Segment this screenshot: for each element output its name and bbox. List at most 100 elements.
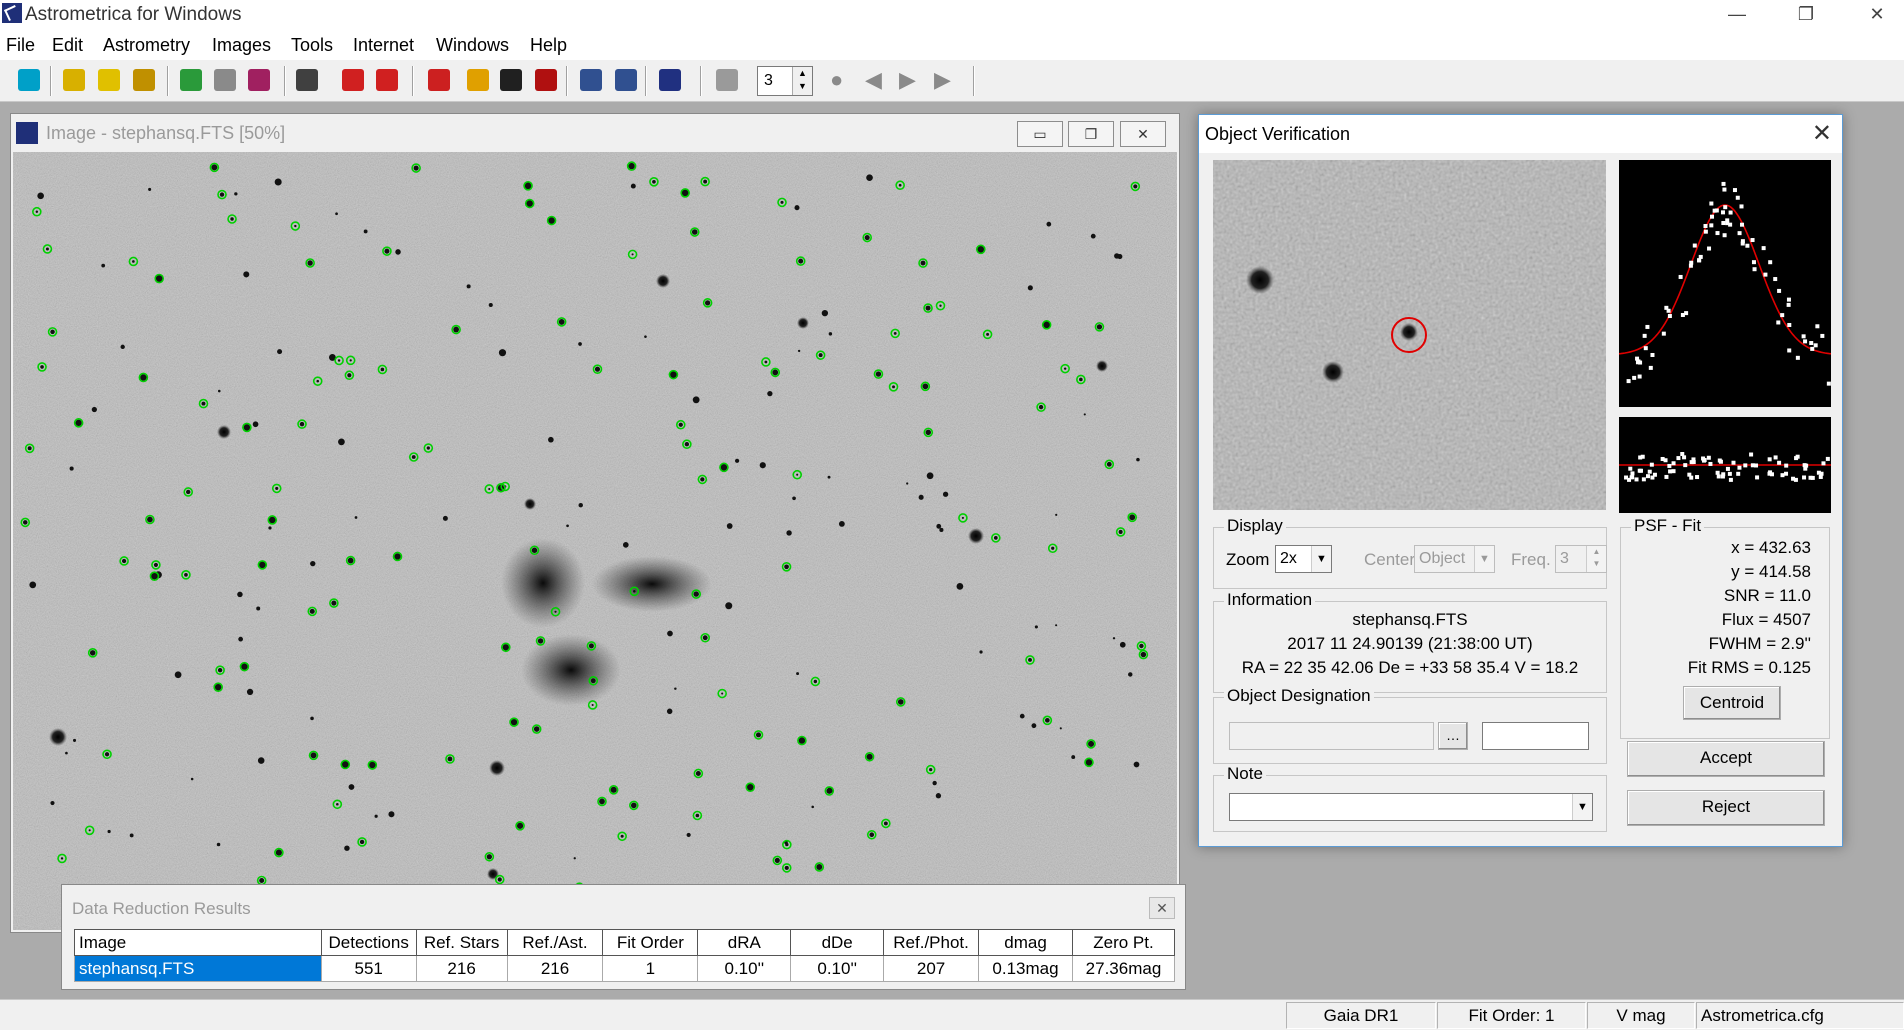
star: [725, 602, 733, 610]
residual-point: [1647, 469, 1652, 474]
column-header[interactable]: Image: [74, 929, 322, 956]
psf-sample-point: [1773, 277, 1778, 282]
center-select[interactable]: Object ▼: [1414, 545, 1495, 573]
centroid-button[interactable]: Centroid: [1683, 686, 1781, 720]
ring-icon[interactable]: [467, 69, 489, 91]
chevron-down-icon[interactable]: ▼: [1474, 546, 1494, 572]
settings-icon[interactable]: [659, 69, 681, 91]
column-header[interactable]: Detections: [320, 929, 417, 956]
browse-button[interactable]: …: [1438, 722, 1468, 750]
star: [674, 687, 677, 690]
freq-spinner[interactable]: 3 ▲ ▼: [1555, 545, 1607, 573]
column-header[interactable]: Ref./Phot.: [883, 929, 980, 956]
zoom-out-icon[interactable]: [615, 69, 637, 91]
table-row[interactable]: stephansq.FTS 551 216 216 1 0.10'' 0.10'…: [74, 955, 1176, 982]
chevron-down-icon[interactable]: ▼: [1311, 546, 1331, 572]
image-minimize-button[interactable]: ▭: [1017, 121, 1063, 147]
designation-code-input[interactable]: [1482, 722, 1589, 750]
open-folder-icon[interactable]: [98, 69, 120, 91]
restore-button[interactable]: ❐: [1783, 0, 1829, 30]
menu-edit[interactable]: Edit: [52, 35, 83, 56]
spinner-arrows-icon[interactable]: ▲ ▼: [792, 67, 812, 95]
star: [388, 811, 395, 818]
reduction-icon[interactable]: [248, 69, 270, 91]
psf-sample-point: [1678, 274, 1683, 279]
stack-spinner[interactable]: 3 ▲ ▼: [757, 66, 813, 96]
star: [774, 857, 780, 863]
note-group: Note ▼: [1213, 764, 1607, 832]
report-icon[interactable]: [296, 69, 318, 91]
reject-button[interactable]: Reject: [1627, 790, 1825, 826]
star: [764, 360, 768, 364]
step-forward-icon[interactable]: ▶: [899, 67, 916, 93]
star: [798, 258, 804, 264]
accept-button[interactable]: Accept: [1627, 741, 1825, 777]
star: [1112, 637, 1116, 640]
starfield-icon[interactable]: [535, 69, 557, 91]
star: [925, 305, 931, 311]
star: [630, 183, 636, 189]
zoom-select[interactable]: 2x ▼: [1275, 545, 1332, 573]
blink-icon[interactable]: [428, 69, 450, 91]
residual-point: [1755, 475, 1760, 480]
add-star-icon[interactable]: [180, 69, 202, 91]
column-header[interactable]: Ref. Stars: [415, 929, 508, 956]
residual-point: [1743, 463, 1748, 468]
star: [497, 877, 502, 882]
toolbar-separator: [50, 66, 52, 96]
load-images-icon[interactable]: [133, 69, 155, 91]
close-button[interactable]: ✕: [1854, 0, 1900, 30]
star: [1096, 324, 1103, 330]
star: [784, 564, 789, 570]
spinner-arrows-icon[interactable]: ▲ ▼: [1586, 546, 1606, 572]
star: [1136, 457, 1140, 462]
column-header[interactable]: dRA: [697, 929, 792, 956]
note-select[interactable]: ▼: [1229, 793, 1593, 821]
menu-help[interactable]: Help: [530, 35, 567, 56]
menu-windows[interactable]: Windows: [436, 35, 509, 56]
menu-astrometry[interactable]: Astrometry: [103, 35, 190, 56]
image-restore-button[interactable]: ❐: [1068, 121, 1114, 147]
dialog-close-button[interactable]: ✕: [1812, 119, 1832, 148]
delete-all-icon[interactable]: [376, 69, 398, 91]
psf-flux: Flux = 4507: [1721, 610, 1811, 629]
column-header[interactable]: Fit Order: [602, 929, 699, 956]
dialog-title: Object Verification: [1205, 124, 1351, 144]
data-reduction-close-button[interactable]: ✕: [1149, 897, 1175, 919]
table-cell-image[interactable]: stephansq.FTS: [74, 955, 322, 982]
chevron-down-icon[interactable]: ▼: [1572, 794, 1592, 820]
object-zoom-image[interactable]: [1213, 160, 1606, 510]
menu-images[interactable]: Images: [212, 35, 271, 56]
remove-star-icon[interactable]: [214, 69, 236, 91]
psf-sample-point: [1735, 195, 1740, 200]
delete-red-icon[interactable]: [342, 69, 364, 91]
previous-icon[interactable]: ◀: [865, 67, 882, 93]
designation-input[interactable]: [1229, 722, 1434, 750]
column-header[interactable]: Zero Pt.: [1071, 929, 1176, 956]
play-icon[interactable]: ▶: [934, 67, 951, 93]
image-close-button[interactable]: ✕: [1120, 121, 1166, 147]
star: [939, 527, 944, 533]
psf-snr: SNR = 11.0: [1723, 586, 1811, 605]
star: [695, 770, 701, 776]
open-images-icon[interactable]: [63, 69, 85, 91]
star: [1083, 413, 1086, 416]
column-header[interactable]: Ref./Ast.: [506, 929, 604, 956]
track-icon[interactable]: [716, 69, 738, 91]
record-icon[interactable]: ●: [830, 67, 843, 93]
go-icon[interactable]: [18, 69, 40, 91]
menu-file[interactable]: File: [6, 35, 35, 56]
zoom-in-icon[interactable]: [580, 69, 602, 91]
table-cell: 27.36mag: [1071, 955, 1176, 982]
star: [1079, 377, 1083, 382]
column-header[interactable]: dDe: [790, 929, 885, 956]
psf-fit-group: PSF - Fit x = 432.63 y = 414.58 SNR = 11…: [1620, 516, 1830, 739]
column-header[interactable]: dmag: [978, 929, 1073, 956]
star: [939, 304, 942, 307]
menu-tools[interactable]: Tools: [291, 35, 333, 56]
menu-internet[interactable]: Internet: [353, 35, 414, 56]
astronomical-image[interactable]: [13, 152, 1177, 930]
psf-sample-point: [1809, 341, 1814, 346]
pen-icon[interactable]: [500, 69, 522, 91]
minimize-button[interactable]: —: [1714, 0, 1760, 30]
